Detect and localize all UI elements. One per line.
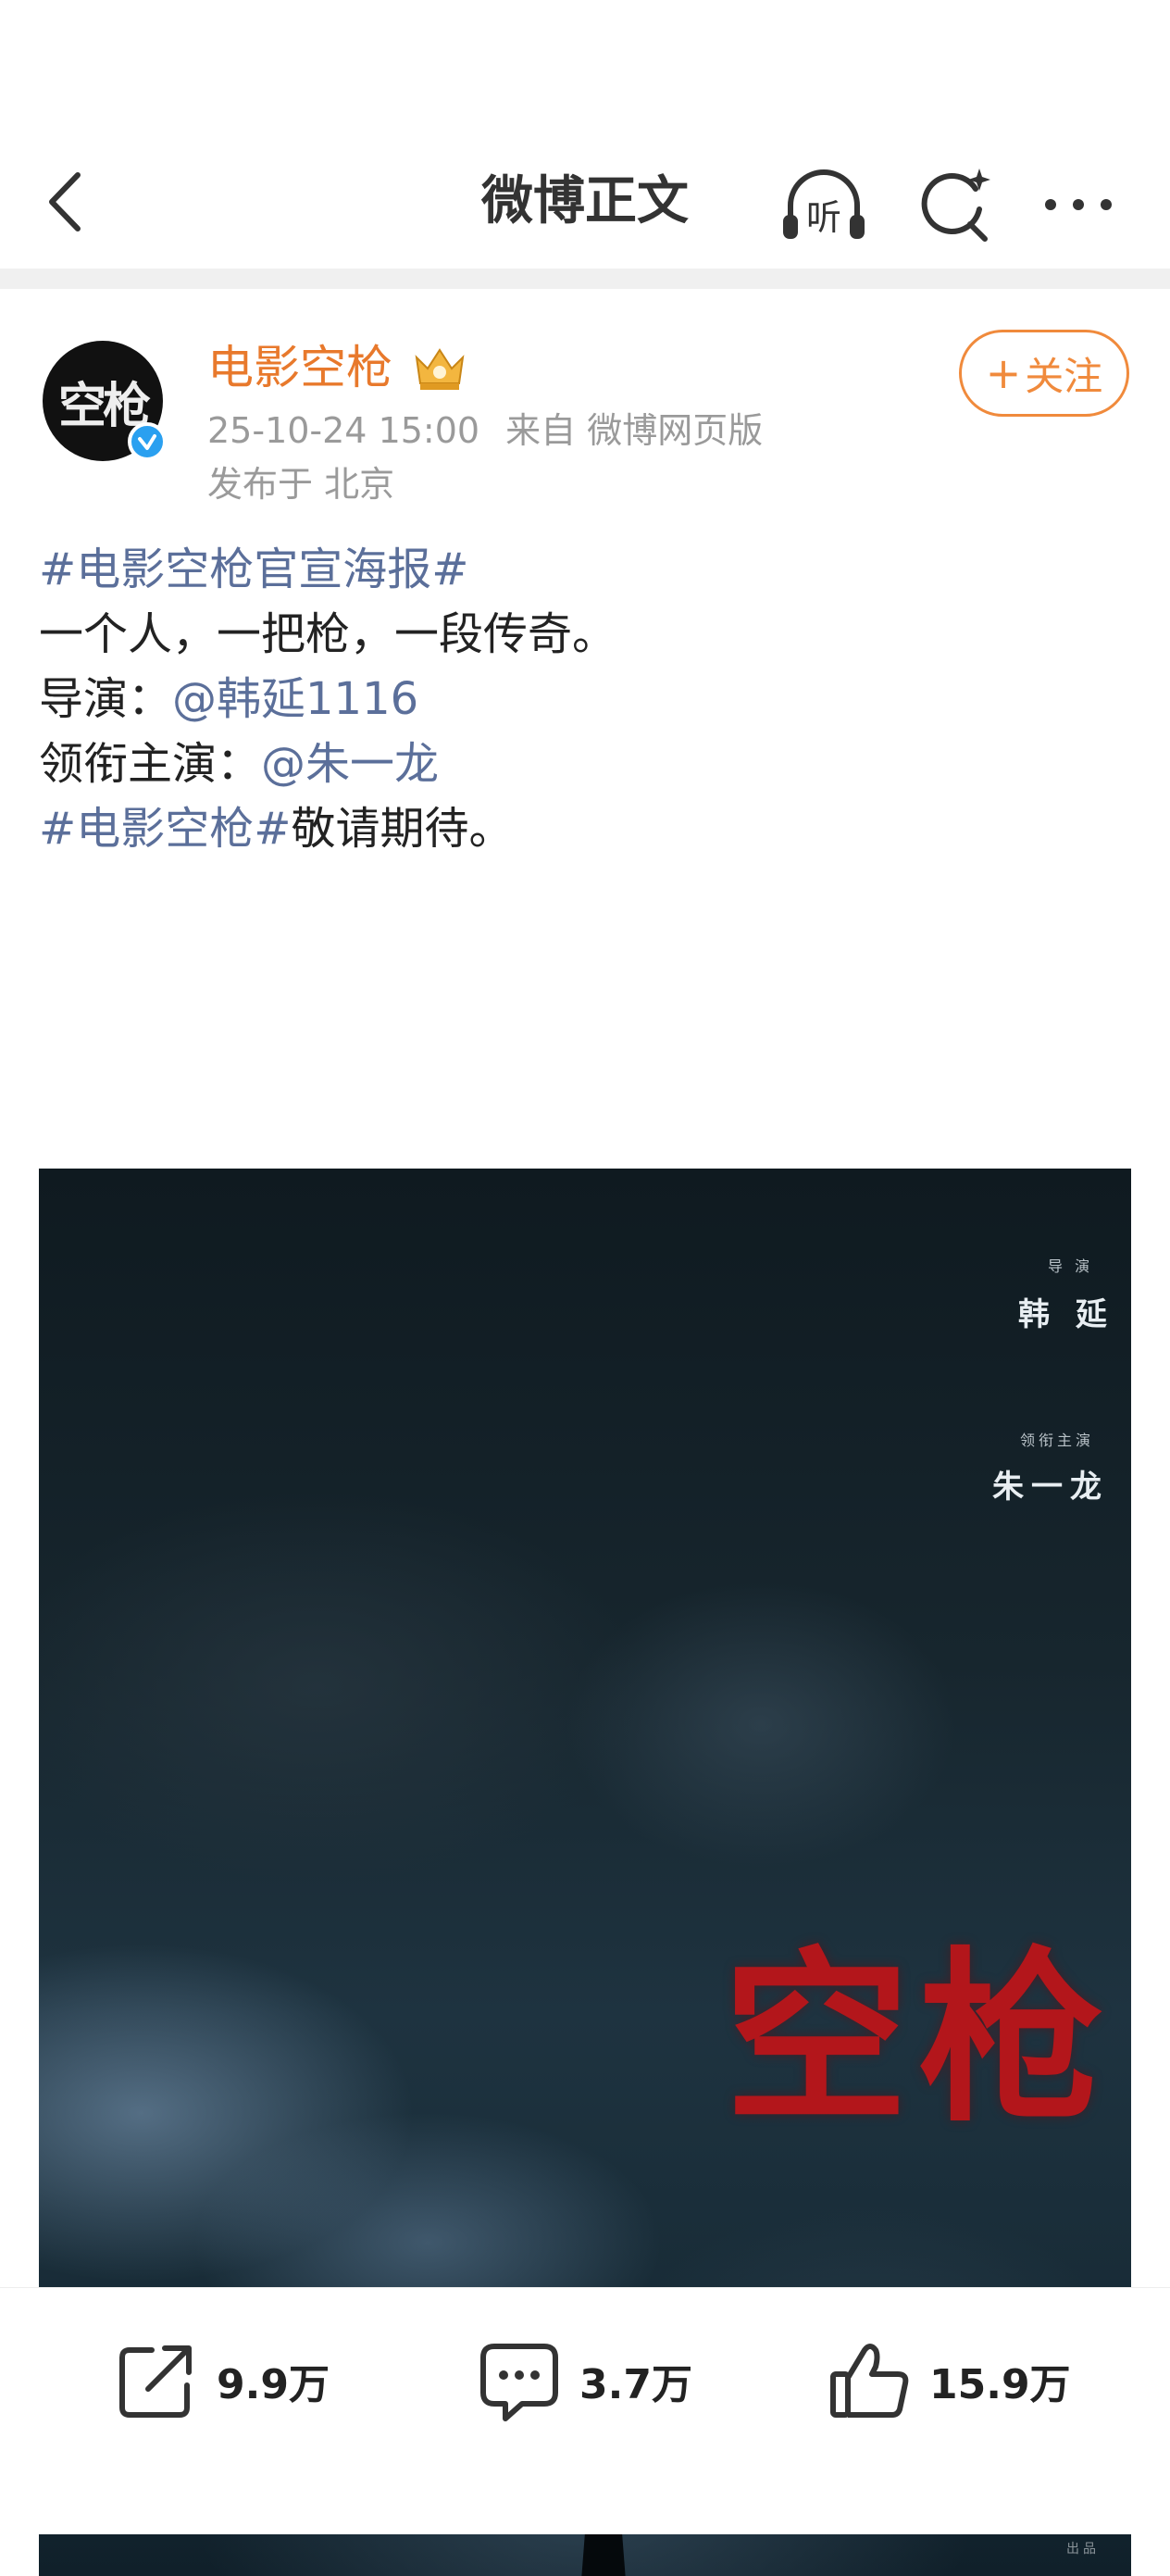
verified-badge-icon xyxy=(128,422,167,461)
post-timestamp: 25-10-24 15:00 xyxy=(207,410,480,451)
poster-movie-title: 空枪 xyxy=(724,1930,1114,2147)
headphones-icon: 听 xyxy=(783,169,865,239)
crown-badge-icon xyxy=(411,343,468,393)
follow-label: 关注 xyxy=(1025,353,1103,399)
search-button[interactable] xyxy=(915,163,998,246)
listen-label: 听 xyxy=(806,197,841,238)
share-button[interactable]: 9.9万 xyxy=(115,2334,330,2427)
poster-corner-mark: 出品 xyxy=(1066,2542,1100,2557)
bottom-action-bar: 9.9万 3.7万 15.9万 xyxy=(0,2287,1170,2534)
mention-lead-actor[interactable]: @朱一龙 xyxy=(261,738,439,790)
plus-icon: + xyxy=(985,348,1022,398)
lead-prefix: 领衔主演： xyxy=(39,738,262,790)
more-dots-icon xyxy=(1045,199,1112,210)
share-icon xyxy=(119,2345,192,2418)
poster-director-label: 导 演 xyxy=(1048,1257,1094,1275)
director-prefix: 导演： xyxy=(39,673,173,725)
comment-icon xyxy=(480,2344,558,2421)
avatar[interactable]: 空枪 xyxy=(43,341,167,461)
post-location: 发布于 北京 xyxy=(207,464,395,505)
section-divider xyxy=(0,269,1170,289)
poster-lead-label: 领衔主演 xyxy=(1020,1432,1095,1449)
post-meta: 25-10-24 15:00 来自 微博网页版 xyxy=(207,407,778,454)
share-count: 9.9万 xyxy=(217,2361,330,2408)
author-name[interactable]: 电影空枪 xyxy=(207,335,392,400)
poster-director-name: 韩 延 xyxy=(1018,1296,1114,1333)
comment-count: 3.7万 xyxy=(579,2361,692,2408)
like-button[interactable]: 15.9万 xyxy=(828,2334,1071,2427)
follow-button[interactable]: + 关注 xyxy=(959,330,1129,417)
listen-button[interactable]: 听 xyxy=(778,163,870,246)
poster-lead-name: 朱一龙 xyxy=(992,1469,1109,1506)
topic-link-movie[interactable]: #电影空枪# xyxy=(39,803,291,855)
status-bar-area xyxy=(0,0,1170,148)
search-sparkle-icon xyxy=(921,169,990,242)
topic-link-poster[interactable]: #电影空枪官宣海报# xyxy=(39,544,468,595)
post-source: 来自 微博网页版 xyxy=(505,410,764,451)
post-content: #电影空枪官宣海报# 一个人，一把枪，一段传奇。 导演：@韩延1116 领衔主演… xyxy=(39,537,1131,861)
mention-director[interactable]: @韩延1116 xyxy=(172,673,418,725)
like-count: 15.9万 xyxy=(929,2361,1071,2408)
comment-button[interactable]: 3.7万 xyxy=(478,2334,692,2427)
content-suffix: 敬请期待。 xyxy=(291,803,514,855)
more-options-button[interactable] xyxy=(1037,163,1120,246)
thumbs-up-icon xyxy=(830,2344,909,2418)
content-text: 一个人，一把枪，一段传奇。 xyxy=(39,608,617,660)
